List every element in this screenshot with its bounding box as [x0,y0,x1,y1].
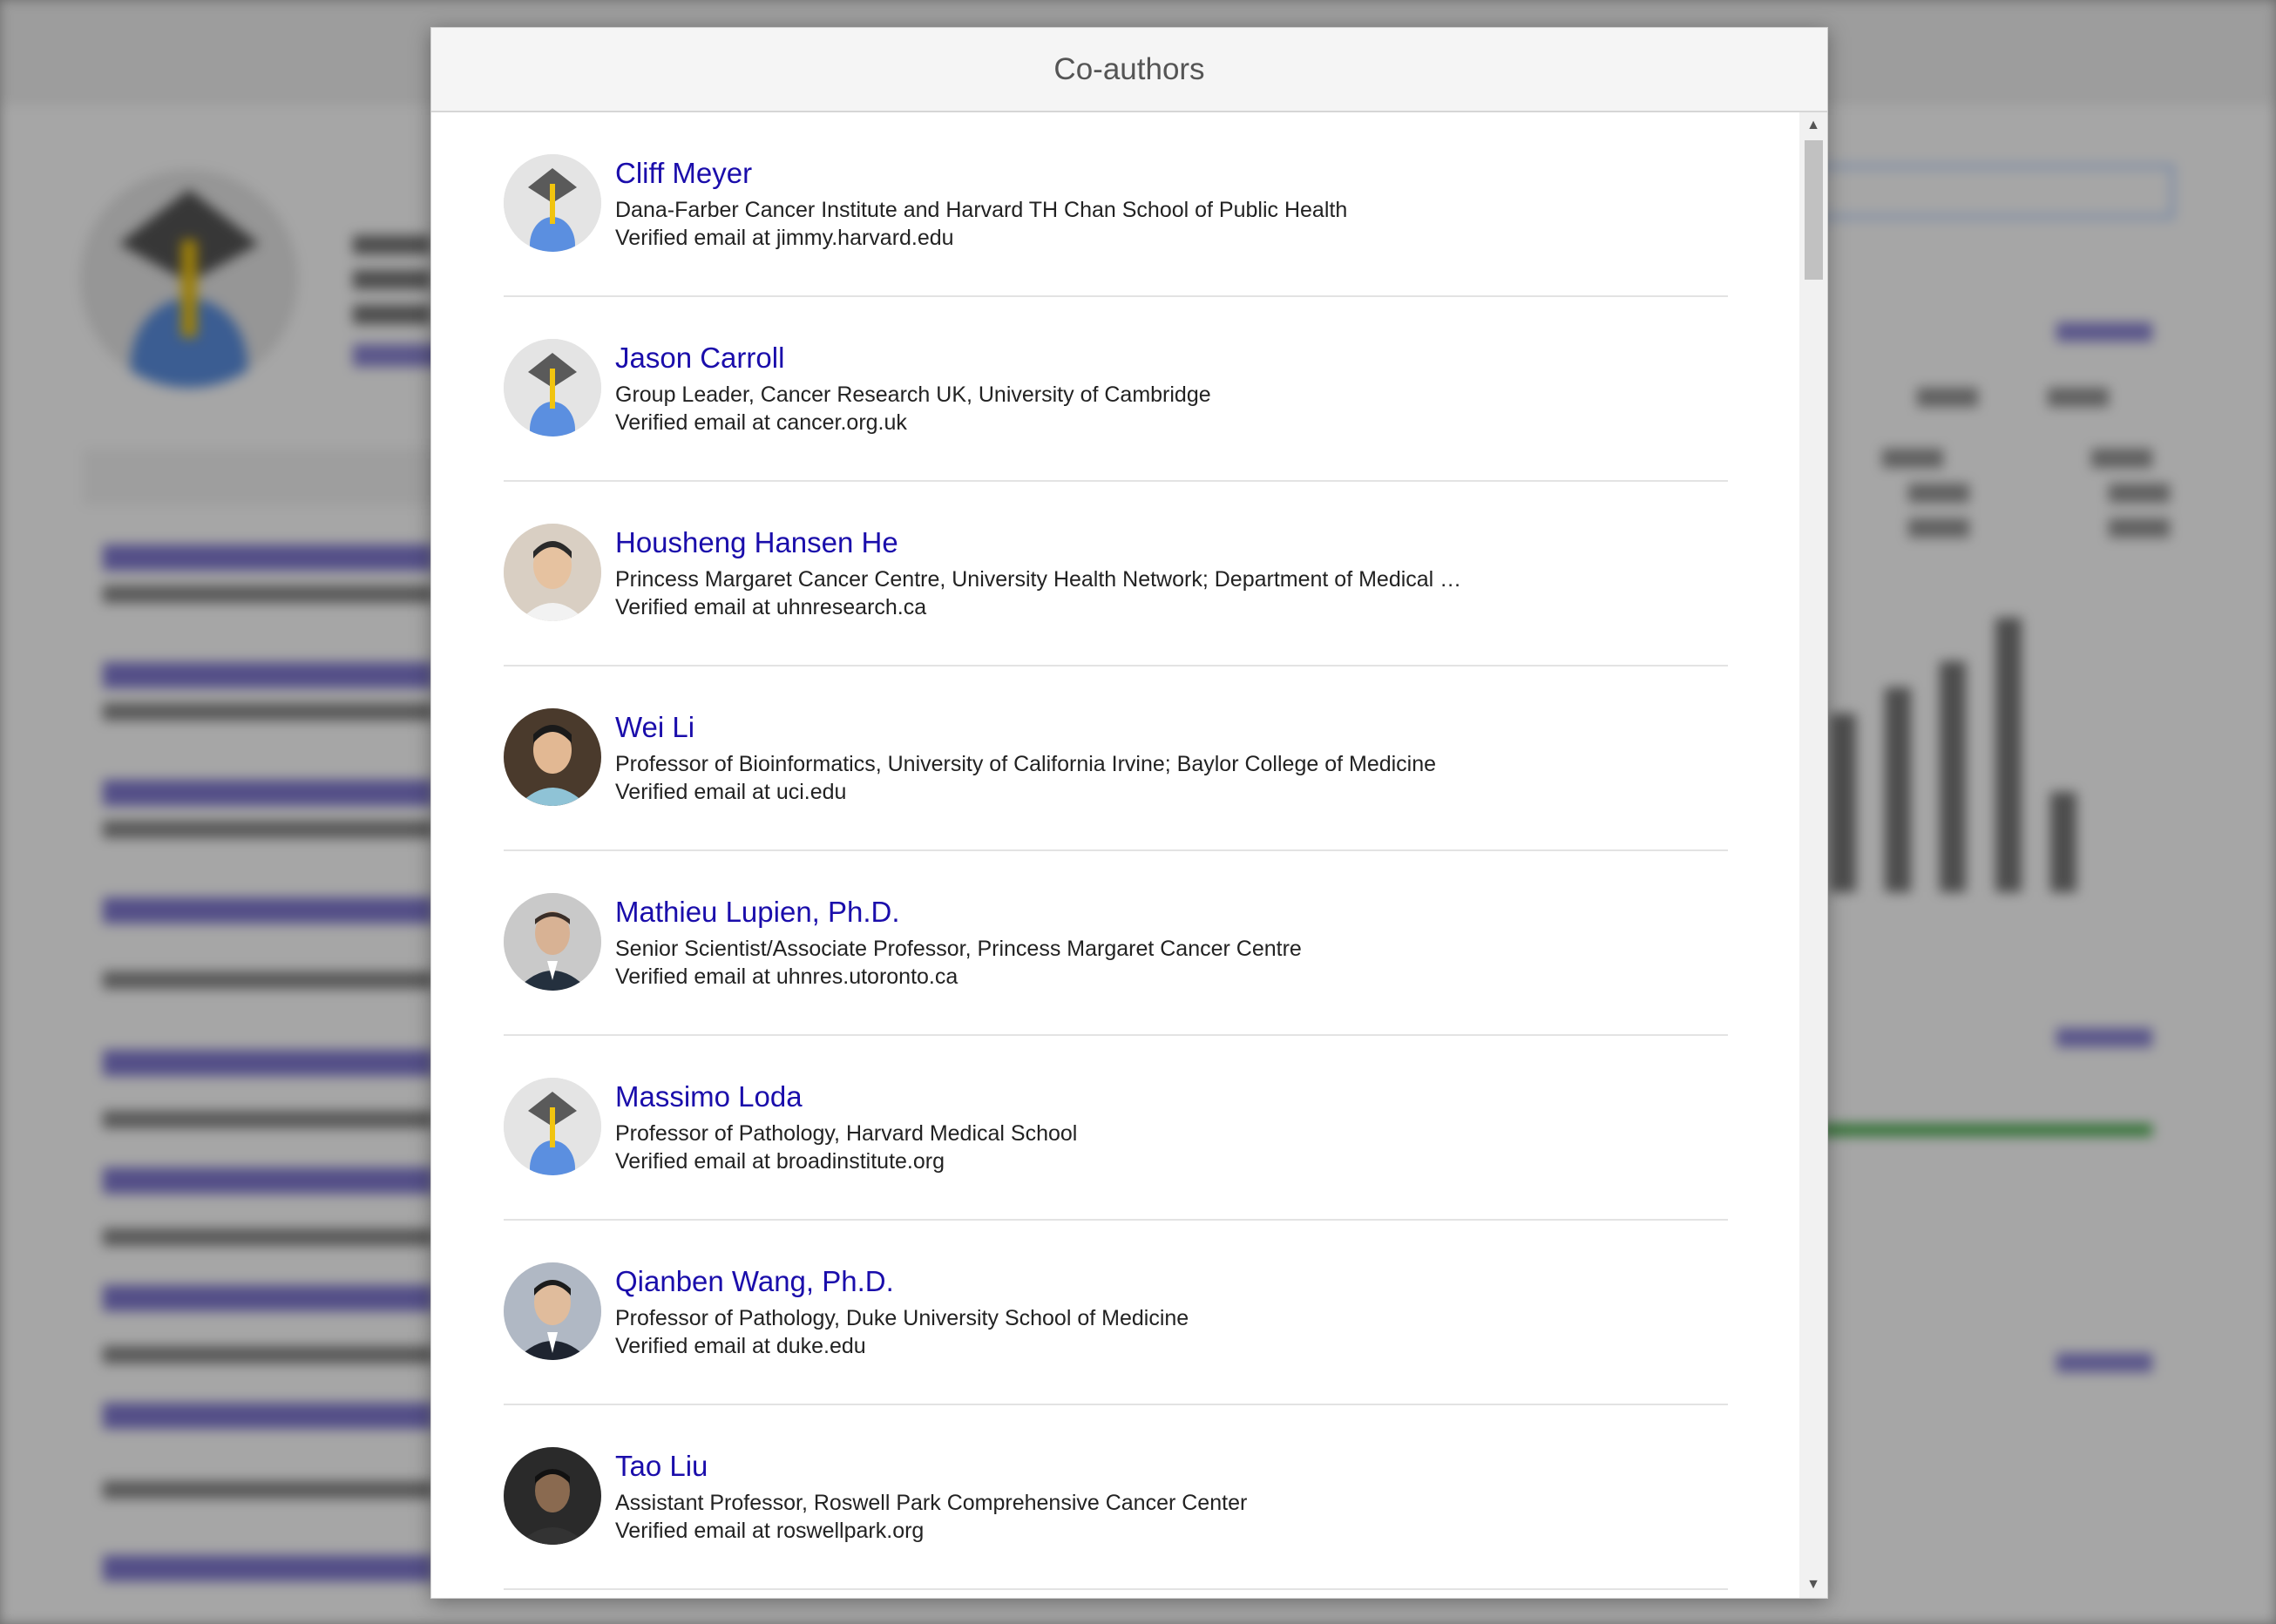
default-avatar-icon[interactable] [504,1078,601,1175]
coauthor-affiliation: Assistant Professor, Roswell Park Compre… [615,1491,1248,1515]
coauthor-name-link[interactable]: Wei Li [615,710,1436,745]
coauthor-email: Verified email at cancer.org.uk [615,410,907,435]
scroll-up-arrow-icon[interactable]: ▲ [1799,112,1827,139]
coauthors-dialog: Co-authors Cliff Meyer Dana-Farber Cancer… [430,27,1828,1599]
coauthor-info: Mathieu Lupien, Ph.D. Senior Scientist/As… [615,895,1302,991]
coauthor-name-link[interactable]: Housheng Hansen He [615,525,1461,560]
coauthor-photo[interactable] [504,893,601,991]
coauthor-info: Massimo Loda Professor of Pathology, Harv… [615,1079,1077,1175]
coauthor-affiliation: Professor of Pathology, Harvard Medical … [615,1121,1078,1146]
coauthor-email: Verified email at broadinstitute.org [615,1149,945,1174]
coauthor-photo[interactable] [504,524,601,621]
coauthor-email: Verified email at roswellpark.org [615,1519,925,1543]
coauthor-list-container: Cliff Meyer Dana-Farber Cancer Institute … [431,112,1798,1598]
default-avatar-icon[interactable] [504,154,601,252]
scrollbar[interactable]: ▲ ▼ [1799,112,1827,1598]
coauthor-info: Qianben Wang, Ph.D. Professor of Patholog… [615,1264,1189,1360]
coauthor-affiliation: Professor of Pathology, Duke University … [615,1306,1189,1330]
coauthor-item: Mathieu Lupien, Ph.D. Senior Scientist/As… [504,851,1728,1036]
coauthor-item: Tao Liu Assistant Professor, Roswell Park… [504,1405,1728,1590]
coauthor-item: Jason Carroll Group Leader, Cancer Resear… [504,297,1728,482]
coauthor-affiliation: Professor of Bioinformatics, University … [615,752,1437,776]
coauthor-name-link[interactable]: Qianben Wang, Ph.D. [615,1264,1189,1299]
scrollbar-thumb[interactable] [1805,140,1823,280]
coauthor-email: Verified email at uhnresearch.ca [615,595,927,619]
coauthor-email: Verified email at jimmy.harvard.edu [615,226,954,250]
coauthor-item: Massimo Loda Professor of Pathology, Harv… [504,1036,1728,1221]
dialog-title: Co-authors [1053,51,1205,86]
coauthor-info: Housheng Hansen He Princess Margaret Canc… [615,525,1461,621]
coauthor-email: Verified email at uci.edu [615,780,847,804]
coauthor-affiliation: Group Leader, Cancer Research UK, Univer… [615,382,1211,407]
coauthor-affiliation: Dana-Farber Cancer Institute and Harvard… [615,198,1348,222]
coauthor-info: Jason Carroll Group Leader, Cancer Resear… [615,341,1211,436]
scroll-down-arrow-icon[interactable]: ▼ [1799,1572,1827,1598]
coauthor-name-link[interactable]: Tao Liu [615,1449,1247,1484]
coauthor-info: Tao Liu Assistant Professor, Roswell Park… [615,1449,1247,1545]
coauthor-affiliation: Princess Margaret Cancer Centre, Univers… [615,567,1462,592]
coauthor-name-link[interactable]: Massimo Loda [615,1079,1077,1114]
coauthor-photo[interactable] [504,708,601,806]
coauthor-email: Verified email at uhnres.utoronto.ca [615,964,958,989]
coauthor-photo[interactable] [504,1447,601,1545]
coauthor-info: Cliff Meyer Dana-Farber Cancer Institute … [615,156,1347,252]
default-avatar-icon[interactable] [504,339,601,436]
coauthor-photo[interactable] [504,1262,601,1360]
coauthor-info: Wei Li Professor of Bioinformatics, Unive… [615,710,1436,806]
coauthor-item: Cliff Meyer Dana-Farber Cancer Institute … [504,112,1728,297]
dialog-header: Co-authors [431,28,1827,112]
coauthor-item: Qianben Wang, Ph.D. Professor of Patholog… [504,1221,1728,1405]
coauthor-name-link[interactable]: Cliff Meyer [615,156,1347,191]
coauthor-item: Wei Li Professor of Bioinformatics, Unive… [504,667,1728,851]
coauthor-name-link[interactable]: Mathieu Lupien, Ph.D. [615,895,1302,930]
coauthor-item: Housheng Hansen He Princess Margaret Canc… [504,482,1728,667]
coauthor-name-link[interactable]: Jason Carroll [615,341,1211,376]
coauthor-list: Cliff Meyer Dana-Farber Cancer Institute … [431,112,1798,1590]
coauthor-email: Verified email at duke.edu [615,1334,866,1358]
coauthor-affiliation: Senior Scientist/Associate Professor, Pr… [615,937,1302,961]
